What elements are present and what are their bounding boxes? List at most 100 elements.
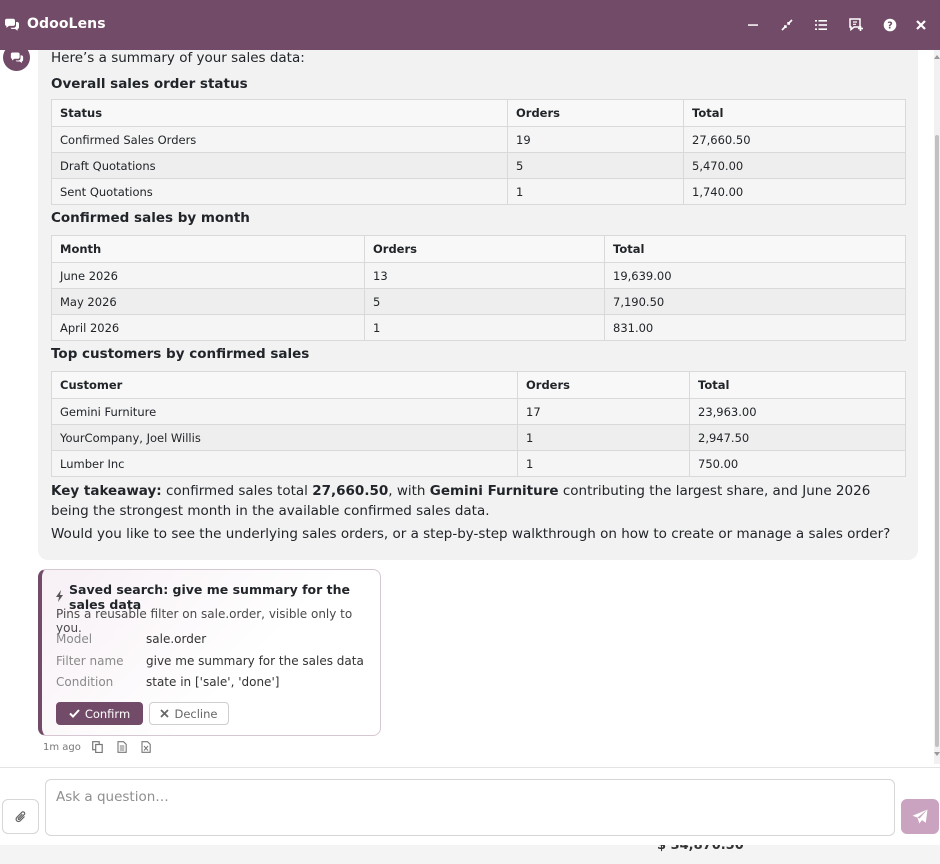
minimize-icon[interactable] [743,15,763,35]
table-row: Draft Quotations 5 5,470.00 [51,152,906,179]
column-header: Month [51,235,365,263]
key-takeaway: Key takeaway: confirmed sales total 27,6… [51,481,881,521]
send-button[interactable] [901,799,939,834]
svg-text:?: ? [887,20,893,31]
paperclip-icon [15,810,25,822]
table-cell: 5 [364,288,605,315]
chat-bubbles-icon [4,17,20,33]
table-row: April 2026 1 831.00 [51,314,906,341]
help-icon[interactable]: ? [880,15,900,35]
column-header: Orders [364,235,605,263]
table-cell: 1 [517,424,690,451]
table-cell: 1 [364,314,605,341]
saved-search-card: Saved search: give me summary for the sa… [38,569,381,736]
scrollbar-thumb[interactable] [935,135,939,747]
followup-question: Would you like to see the underlying sal… [51,526,891,542]
column-header: Customer [51,371,518,399]
table-cell: 17 [517,398,690,425]
table-cell: 5 [507,152,684,179]
table-cell: YourCompany, Joel Willis [51,424,518,451]
chat-thread: Here’s a summary of your sales data: Ove… [0,50,934,767]
copy-icon[interactable] [91,740,105,754]
bolt-icon [56,589,64,605]
attach-button[interactable] [2,799,39,834]
message-intro: Here’s a summary of your sales data: [51,50,305,66]
field-value: sale.order [146,632,207,646]
document-icon[interactable] [115,740,129,754]
table-cell: April 2026 [51,314,365,341]
table-cell: Confirmed Sales Orders [51,126,508,153]
table-cell: Lumber Inc [51,450,518,477]
table-cell: 1 [507,178,684,205]
close-icon[interactable] [911,15,931,35]
chat-header: OdooLens ? [0,0,940,50]
table-cell: 5,470.00 [683,152,906,179]
table-row: Sent Quotations 1 1,740.00 [51,178,906,205]
collapse-icon[interactable] [777,15,797,35]
app-title: OdooLens [27,16,106,32]
column-header: Total [683,99,906,127]
chat-bubbles-icon [10,51,23,63]
new-chat-icon[interactable] [846,15,866,35]
takeaway-customer: Gemini Furniture [429,483,559,499]
table-cell: 13 [364,262,605,289]
table-header-row: Customer Orders Total [51,371,906,399]
decline-label: Decline [174,706,218,721]
section-title-customers: Top customers by confirmed sales [51,346,310,362]
customers-table: Customer Orders Total Gemini Furniture 1… [51,371,906,477]
table-header-row: Status Orders Total [51,99,906,127]
table-cell: 27,660.50 [683,126,906,153]
message-meta: 1m ago [43,740,153,754]
column-header: Orders [517,371,690,399]
field-label: Condition [56,675,114,689]
field-label: Model [56,632,93,646]
decline-button[interactable]: Decline [149,702,229,725]
table-cell: 19 [507,126,684,153]
spreadsheet-icon[interactable] [139,740,153,754]
x-icon [160,709,170,718]
column-header: Total [604,235,906,263]
table-cell: 1,740.00 [683,178,906,205]
confirm-button[interactable]: Confirm [56,702,143,725]
table-cell: Sent Quotations [51,178,508,205]
background-amount: $ 34,870.50 [657,845,744,853]
list-icon[interactable] [811,15,831,35]
table-row: Lumber Inc 1 750.00 [51,450,906,477]
takeaway-text: , with [388,483,430,499]
table-cell: 2,947.50 [689,424,906,451]
status-table: Status Orders Total Confirmed Sales Orde… [51,99,906,205]
question-input[interactable] [45,779,895,836]
takeaway-total: 27,660.50 [312,483,389,499]
months-table: Month Orders Total June 2026 13 19,639.0… [51,235,906,341]
table-row: Gemini Furniture 17 23,963.00 [51,398,906,425]
paper-plane-icon [912,809,928,824]
composer [0,767,940,845]
table-row: May 2026 5 7,190.50 [51,288,906,315]
table-row: Confirmed Sales Orders 19 27,660.50 [51,126,906,153]
table-cell: 23,963.00 [689,398,906,425]
background-page: $ 34,870.50 [0,845,940,864]
check-icon [69,709,80,718]
table-cell: Draft Quotations [51,152,508,179]
table-cell: 19,639.00 [604,262,906,289]
table-cell: June 2026 [51,262,365,289]
field-value: give me summary for the sales data [146,654,364,668]
table-row: YourCompany, Joel Willis 1 2,947.50 [51,424,906,451]
column-header: Orders [507,99,684,127]
takeaway-text: confirmed sales total [161,483,313,499]
table-cell: 750.00 [689,450,906,477]
assistant-avatar [3,50,30,71]
saved-search-description: Pins a reusable filter on sale.order, vi… [56,607,353,635]
confirm-label: Confirm [84,706,131,721]
section-title-months: Confirmed sales by month [51,210,250,226]
table-cell: Gemini Furniture [51,398,518,425]
scroll-down-icon[interactable] [934,750,940,758]
column-header: Total [689,371,906,399]
scroll-up-icon[interactable] [934,54,940,60]
table-cell: May 2026 [51,288,365,315]
field-value: state in ['sale', 'done'] [146,675,280,689]
table-cell: 831.00 [604,314,906,341]
table-cell: 1 [517,450,690,477]
table-row: June 2026 13 19,639.00 [51,262,906,289]
table-cell: 7,190.50 [604,288,906,315]
